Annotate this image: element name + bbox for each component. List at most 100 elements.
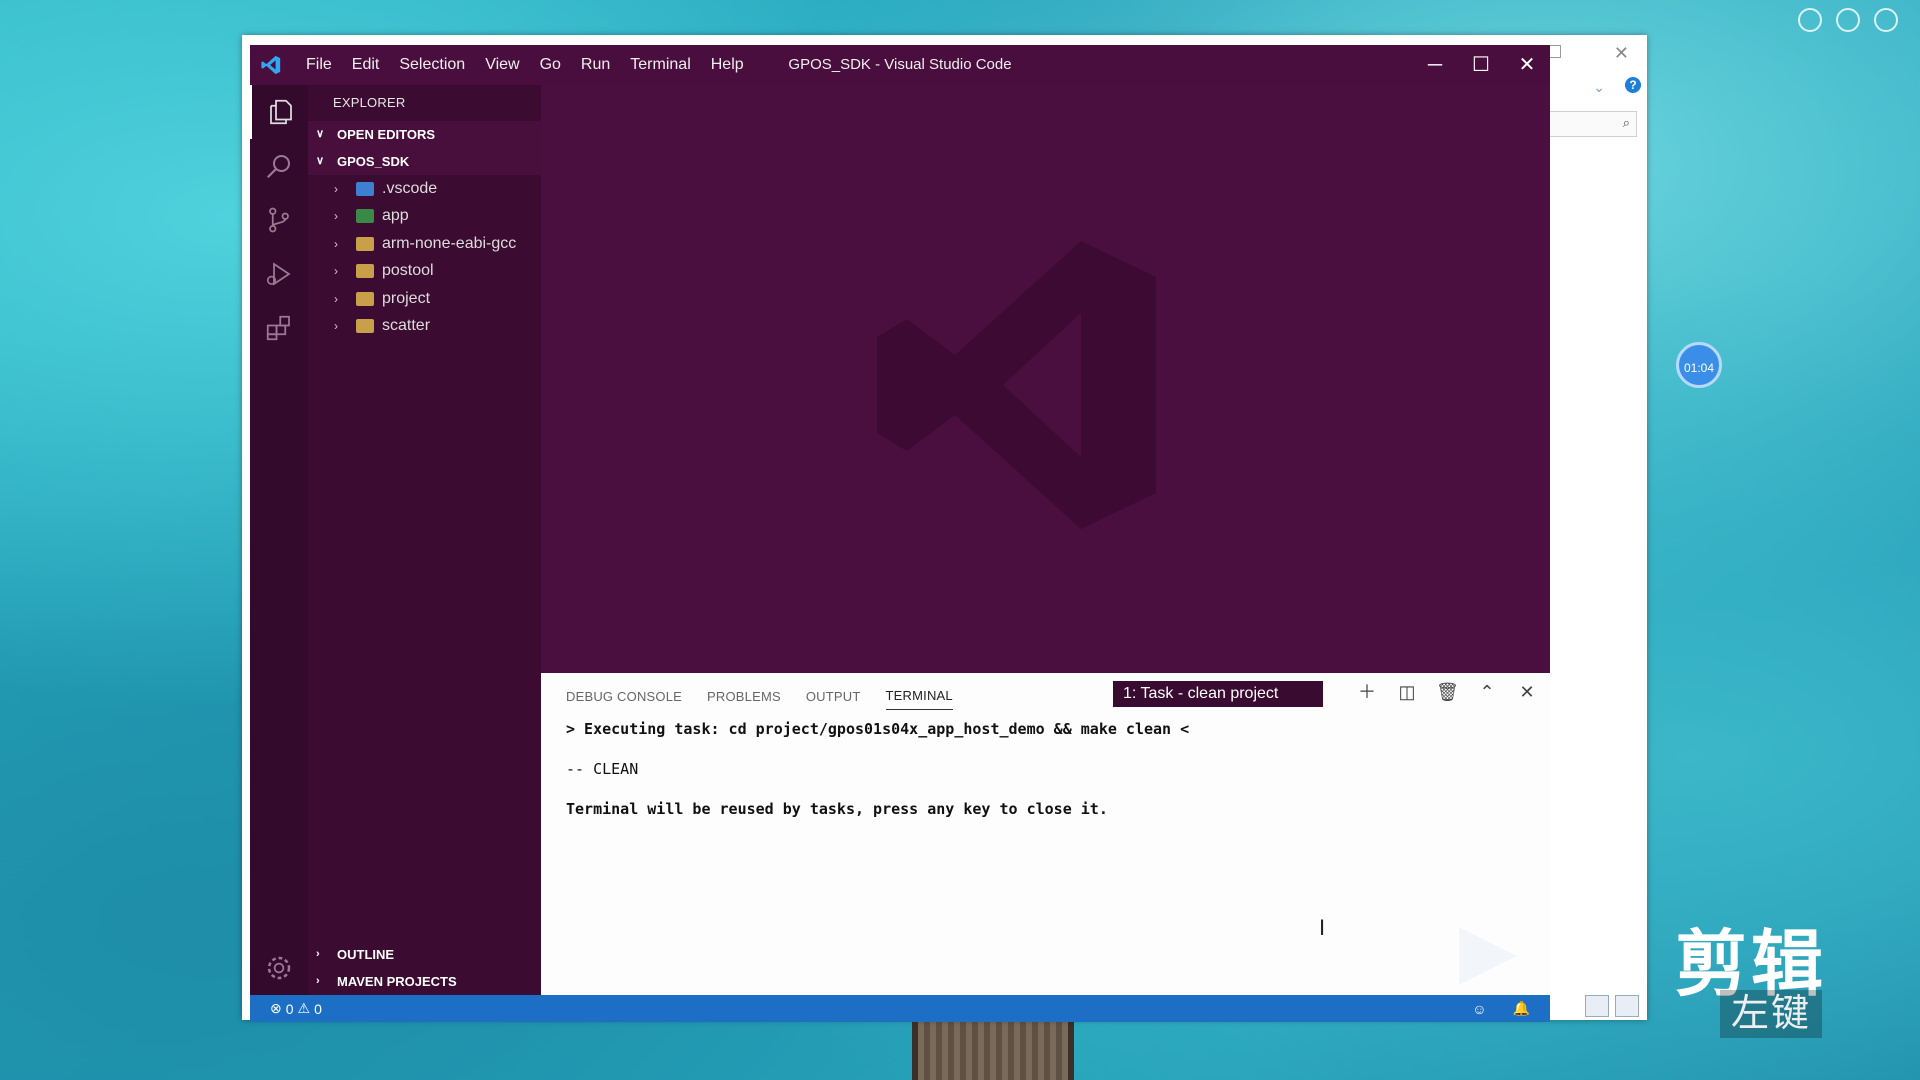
error-count: 0	[285, 1000, 294, 1017]
close-icon[interactable]: ✕	[1614, 43, 1629, 64]
activity-bar	[250, 85, 308, 995]
terminal-line: > Executing task: cd project/gpos01s04x_…	[566, 720, 1190, 738]
folder-icon	[356, 291, 374, 306]
chevron-up-icon[interactable]: ⌃	[1476, 681, 1498, 703]
tree-item-app[interactable]: › app	[308, 203, 541, 231]
menu-selection[interactable]: Selection	[389, 45, 475, 85]
recording-timer[interactable]: 01:04	[1676, 342, 1722, 388]
tree-item-project[interactable]: › project	[308, 285, 541, 313]
tree-item-label: project	[382, 289, 431, 307]
plus-icon[interactable]: ＋	[1356, 681, 1378, 703]
shield-icon[interactable]	[1798, 8, 1822, 32]
tab-debug-console[interactable]: DEBUG CONSOLE	[566, 679, 682, 710]
split-icon[interactable]: ◫	[1396, 681, 1418, 703]
gear-icon[interactable]	[250, 941, 308, 995]
outline-section[interactable]: › OUTLINE	[308, 941, 541, 968]
status-bar-right: ☺ 🔔	[1472, 995, 1530, 1022]
maven-projects-section[interactable]: › MAVEN PROJECTS	[308, 968, 541, 995]
extensions-icon[interactable]	[250, 301, 308, 355]
run-debug-icon[interactable]	[250, 247, 308, 301]
terminal-line: Terminal will be reused by tasks, press …	[566, 800, 1108, 818]
chevron-right-icon: ›	[334, 181, 338, 196]
workspace-root[interactable]: ∨ GPOS_SDK	[308, 148, 541, 175]
menu-view[interactable]: View	[475, 45, 529, 85]
vscode-logo-icon	[260, 54, 282, 76]
chevron-down-icon: ∨	[316, 155, 325, 167]
bell-icon[interactable]: 🔔	[1513, 1000, 1530, 1017]
bottom-panel: DEBUG CONSOLE PROBLEMS OUTPUT TERMINAL 1…	[541, 673, 1550, 995]
chevron-right-icon: ›	[334, 209, 338, 224]
tree-item-postool[interactable]: › postool	[308, 258, 541, 286]
refresh-icon[interactable]	[1836, 8, 1860, 32]
vscode-window: File Edit Selection View Go Run Terminal…	[250, 45, 1550, 1022]
open-editors-section[interactable]: ∨ OPEN EDITORS	[308, 121, 541, 148]
maven-projects-label: MAVEN PROJECTS	[337, 974, 457, 989]
terminal-line: -- CLEAN	[566, 760, 639, 778]
tab-terminal[interactable]: TERMINAL	[885, 678, 953, 710]
problems-indicator[interactable]: ⊗ 0 ⚠ 0	[270, 1000, 322, 1017]
status-bar: ⊗ 0 ⚠ 0 ☺ 🔔	[250, 995, 1550, 1022]
system-tray	[1798, 8, 1898, 32]
menu-terminal[interactable]: Terminal	[620, 45, 700, 85]
maximize-button[interactable]: ☐	[1458, 45, 1504, 85]
warning-icon: ⚠	[297, 1000, 311, 1016]
menu-bar: File Edit Selection View Go Run Terminal…	[296, 45, 754, 85]
tree-item-label: arm-none-eabi-gcc	[382, 234, 517, 252]
outline-label: OUTLINE	[337, 947, 395, 962]
search-box[interactable]: ⌕	[1545, 111, 1637, 137]
close-icon[interactable]: ✕	[1516, 681, 1538, 703]
view-toggles	[1585, 995, 1639, 1017]
tree-item-arm-none-eabi-gcc[interactable]: › arm-none-eabi-gcc	[308, 230, 541, 258]
workspace-root-label: GPOS_SDK	[337, 154, 410, 169]
minimize-button[interactable]: ─	[1412, 45, 1458, 85]
chevron-right-icon: ›	[316, 975, 320, 987]
close-button[interactable]: ✕	[1504, 45, 1550, 85]
tree-item-label: app	[382, 207, 409, 225]
chevron-right-icon: ›	[334, 291, 338, 306]
list-view-icon[interactable]	[1585, 995, 1609, 1017]
open-editors-label: OPEN EDITORS	[337, 127, 436, 142]
explorer-title: EXPLORER	[333, 95, 406, 110]
terminal-select[interactable]: 1: Task - clean project	[1113, 681, 1323, 707]
brand-watermark-sub: 左键	[1720, 990, 1822, 1038]
source-control-icon[interactable]	[250, 193, 308, 247]
tree-item-label: .vscode	[382, 179, 438, 197]
feedback-icon[interactable]: ☺	[1472, 1001, 1486, 1017]
menu-run[interactable]: Run	[571, 45, 620, 85]
vscode-watermark-icon	[877, 241, 1156, 529]
chevron-right-icon: ›	[316, 948, 320, 960]
folder-icon	[356, 264, 374, 279]
explorer-icon[interactable]	[250, 85, 310, 139]
menu-go[interactable]: Go	[530, 45, 571, 85]
preview-view-icon[interactable]	[1615, 995, 1639, 1017]
help-icon[interactable]: ?	[1625, 77, 1641, 93]
vscode-folder-icon	[356, 181, 374, 196]
menu-file[interactable]: File	[296, 45, 342, 85]
tab-problems[interactable]: PROBLEMS	[707, 679, 781, 710]
tree-item-label: scatter	[382, 317, 431, 335]
text-cursor-icon: I	[1319, 915, 1326, 940]
chevron-right-icon: ›	[334, 319, 338, 334]
tree-item-vscode[interactable]: › .vscode	[308, 175, 541, 203]
chevron-right-icon: ›	[334, 264, 338, 279]
warning-count: 0	[314, 1000, 322, 1017]
search-icon: ⌕	[1622, 115, 1630, 130]
tab-output[interactable]: OUTPUT	[806, 679, 861, 710]
terminal-output[interactable]: > Executing task: cd project/gpos01s04x_…	[541, 715, 1550, 843]
chevron-right-icon: ›	[334, 236, 338, 251]
panel-actions: ＋ ◫ 🗑 ⌃ ✕	[1356, 681, 1538, 703]
window-controls: ─ ☐ ✕	[1412, 45, 1550, 85]
editor-area[interactable]	[541, 85, 1550, 673]
folder-icon	[356, 236, 374, 251]
search-icon[interactable]	[250, 139, 308, 193]
menu-help[interactable]: Help	[701, 45, 754, 85]
tree-item-scatter[interactable]: › scatter	[308, 313, 541, 341]
chevron-down-icon[interactable]: ⌄	[1593, 79, 1605, 96]
tree-item-label: postool	[382, 262, 434, 280]
app-folder-icon	[356, 209, 374, 224]
pier	[912, 1022, 1074, 1080]
clock-icon[interactable]	[1874, 8, 1898, 32]
play-watermark-icon	[1459, 927, 1517, 985]
menu-edit[interactable]: Edit	[342, 45, 390, 85]
trash-icon[interactable]: 🗑	[1436, 681, 1459, 703]
